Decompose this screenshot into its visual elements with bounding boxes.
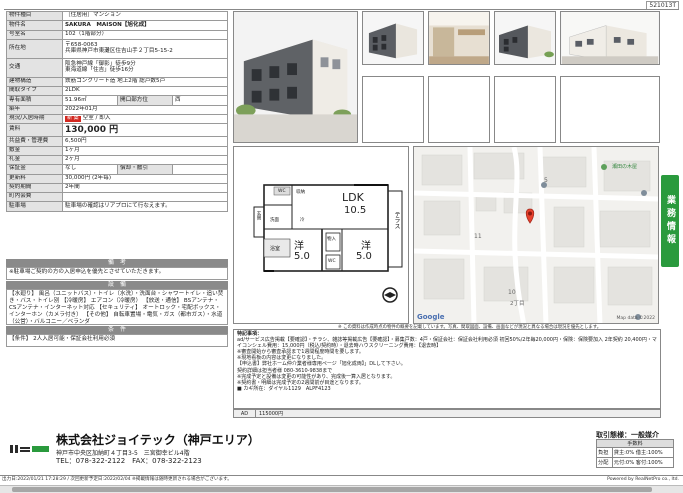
floorplan-drawing: [253, 184, 403, 303]
map-label: 2丁目: [510, 301, 525, 307]
room1-label: 洋: [294, 241, 304, 252]
commission-table: 手数料 負担 貸主:0% 借主:100% 分配 元付:0% 客付:100%: [596, 439, 675, 468]
table-row: 敷金 1ヶ月: [6, 145, 228, 156]
thumbnail-photo-3[interactable]: [494, 11, 556, 65]
table-row: 保証金 なし 償却・敷引: [6, 164, 228, 175]
company-logo-icon: [10, 444, 50, 454]
new-badge: 新 築: [65, 115, 81, 122]
rent-value: 130,000 円: [62, 123, 228, 138]
top-divider: [4, 9, 679, 10]
thumbnail-photo-1[interactable]: [362, 11, 424, 65]
terrace-label: テラス: [393, 211, 400, 229]
washroom-label: 洗面: [270, 218, 279, 223]
storage-label: 収納: [296, 190, 305, 195]
business-info-button[interactable]: 業務情報: [661, 175, 679, 267]
map-label: 10: [508, 289, 516, 296]
empty-photo-slot: [362, 76, 424, 143]
table-row: 更新料 30,000円 (2年毎): [6, 173, 228, 184]
fridge-label: 冷: [300, 218, 305, 223]
conditions-text: 【条件】 2人入居可能・保証会社利用必須: [6, 334, 228, 347]
table-row: 物件名 SAKURA MAISON【旭化成】: [6, 20, 228, 31]
horizontal-scrollbar[interactable]: [0, 485, 683, 493]
room2-size: 5.0: [356, 251, 372, 262]
table-row: 現況/入居時期新 築空室 / 即入: [6, 114, 228, 125]
table-row: 賃料 130,000 円: [6, 123, 228, 138]
thumbnail-photo-4[interactable]: [560, 11, 660, 65]
conditions-header: 条 件: [6, 326, 228, 334]
room1-size: 5.0: [294, 251, 310, 262]
ldk-size: 10.5: [344, 205, 367, 216]
facilities-text: 【水廻り】 風呂（ユニットバス）・トイレ（水洗）・洗面台・シャワートイレ・追い焚…: [6, 289, 228, 325]
ad-bar: AD 115000円: [233, 409, 661, 418]
table-row: 専有面積 51.96㎡ 開口部方位西: [6, 95, 228, 106]
table-row: 物件種目 ［住居用］マンション: [6, 10, 228, 22]
output-date: 出力日:2022/01/21 17:28:29 / 次回更新予定日:2022/0…: [2, 477, 232, 482]
company-block: 株式会社ジョイテック（神戸エリア） 神戸市中央区加納町４丁目3-5 三宮御幸ビル…: [6, 428, 566, 468]
entrance-label: 玄関: [256, 211, 261, 220]
closet-label: 物入: [327, 237, 336, 242]
table-row: 駐車場 駐車場の確認はリアプロにて行なえます。: [6, 201, 228, 212]
table-row: 分配 元付:0% 客付:100%: [596, 457, 675, 468]
scrollbar-thumb[interactable]: [12, 487, 652, 492]
table-row: 礼金 2ヶ月: [6, 154, 228, 166]
floorplan[interactable]: LDK 10.5 洋 5.0 洋 5.0 テラス WC 玄関 洗面 浴室 物入 …: [233, 146, 409, 324]
property-table: 物件種目 ［住居用］マンション 物件名 SAKURA MAISON【旭化成】 号室名…: [6, 10, 228, 212]
company-phone: TEL：078-322-2122 FAX：078-322-2123: [56, 457, 202, 465]
map-label: 11: [474, 233, 482, 240]
empty-photo-slot: [428, 76, 490, 143]
building-image: [234, 12, 357, 142]
table-row: 築年 2022年01月: [6, 104, 228, 116]
table-row: 負担 貸主:0% 借主:100%: [596, 447, 675, 458]
facilities-header: 設 備: [6, 281, 228, 289]
room2-label: 洋: [361, 241, 371, 252]
empty-photo-slot: [494, 76, 556, 143]
main-building-photo[interactable]: [233, 11, 358, 143]
bath-label: 浴室: [270, 246, 281, 252]
table-row: 間取タイプ 2LDK: [6, 86, 228, 97]
powered-by: Powered by RealNetPro co., ltd.: [607, 477, 679, 482]
location-map[interactable]: 5 11 10 2丁目 瀬田の木屋 Google Map data ©2022: [413, 146, 659, 324]
map-attribution: Map data ©2022: [616, 316, 655, 321]
map-provider-logo: Google: [417, 313, 445, 321]
table-row: 契約期間 2年間: [6, 182, 228, 194]
table-row: 共益費・管理費 6,500円: [6, 136, 228, 147]
company-name: 株式会社ジョイテック（神戸エリア）: [56, 433, 260, 447]
ldk-label: LDK: [342, 191, 364, 204]
table-row: 町内会費: [6, 192, 228, 203]
table-row: 号室名 102（1階部分）: [6, 29, 228, 40]
map-poi: 瀬田の木屋: [612, 164, 638, 170]
empty-photo-slot: [560, 76, 660, 143]
wc-label: WC: [278, 189, 286, 194]
page-footer: 出力日:2022/01/21 17:28:29 / 次回更新予定日:2022/0…: [0, 475, 683, 483]
wc2-label: WC: [328, 259, 336, 264]
map-label: 5: [544, 177, 548, 184]
special-notes: 特記事項： ad/サービス広告掲載【要確認】・チラシ、雑誌等掲載広告【要確認】・…: [233, 329, 661, 409]
remarks-header: 備 考: [6, 259, 228, 267]
thumbnail-photo-2[interactable]: [428, 11, 490, 65]
remarks-text: ※駐車場ご契約の方の入居申込を優先とさせていただきます。: [6, 267, 228, 280]
table-row: 交通 阪急神戸線「御影」徒歩9分 東海道線「住吉」徒歩16分: [6, 57, 228, 78]
map-drawing: [414, 147, 658, 323]
table-row: 所在地 〒658-0063 兵庫県神戸市東灘区住吉山手２丁目5-15-2: [6, 38, 228, 59]
table-row: 建物構造 鉄筋コンクリート造 地上2階 総戸数5戸: [6, 76, 228, 88]
